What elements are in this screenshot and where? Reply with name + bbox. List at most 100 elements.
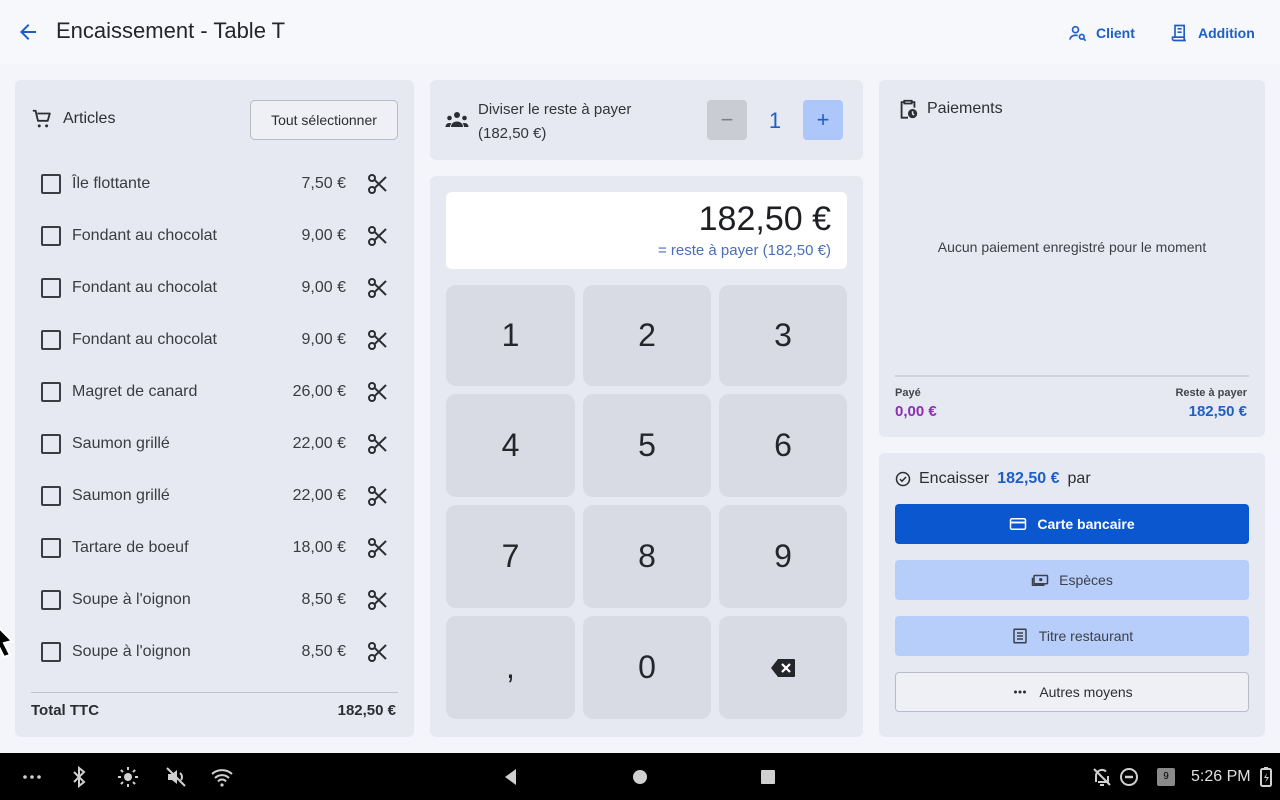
split-label-line1: Diviser le reste à payer [478, 101, 632, 118]
article-checkbox[interactable] [41, 278, 61, 298]
brightness-icon[interactable] [116, 765, 140, 789]
article-row[interactable]: Saumon grillé 22,00 € [31, 470, 398, 522]
split-label-line2: (182,50 €) [478, 125, 547, 142]
credit-card-icon [1010, 518, 1027, 530]
card-payment-button[interactable]: Carte bancaire [895, 504, 1249, 544]
checkout-header: Encaisser 182,50 € par [895, 470, 1091, 488]
client-button[interactable]: Client [1068, 22, 1135, 44]
article-checkbox[interactable] [41, 590, 61, 610]
page-title: Encaissement - Table T [56, 18, 286, 43]
total-value: 182,50 € [337, 702, 396, 719]
cash-icon [1031, 574, 1049, 586]
split-item-scissors-icon[interactable] [366, 224, 390, 248]
articles-header: Articles [31, 108, 115, 130]
more-dots-icon[interactable] [20, 765, 44, 789]
battery-icon [1260, 767, 1272, 787]
keypad-key[interactable]: 8 [583, 505, 711, 608]
remaining-label: Reste à payer [1175, 387, 1247, 399]
split-item-scissors-icon[interactable] [366, 640, 390, 664]
article-checkbox[interactable] [41, 382, 61, 402]
article-name: Tartare de boeuf [72, 539, 189, 556]
article-name: Fondant au chocolat [72, 227, 217, 244]
articles-title: Articles [63, 110, 116, 127]
clock: 5:26 PM [1191, 768, 1251, 785]
article-price: 7,50 € [301, 175, 346, 192]
wifi-icon[interactable] [210, 765, 234, 789]
other-payment-label: Autres moyens [1039, 684, 1133, 700]
keypad-key[interactable]: 2 [583, 285, 711, 386]
article-price: 26,00 € [292, 383, 346, 400]
article-checkbox[interactable] [41, 538, 61, 558]
top-app-bar: Encaissement - Table T Client Addition [0, 0, 1280, 64]
article-row[interactable]: Île flottante 7,50 € [31, 158, 398, 210]
split-item-scissors-icon[interactable] [366, 432, 390, 456]
select-all-button[interactable]: Tout sélectionner [250, 100, 398, 140]
keypad-key[interactable]: 6 [719, 394, 847, 497]
article-checkbox[interactable] [41, 174, 61, 194]
voucher-icon [1013, 628, 1027, 644]
keypad-key[interactable]: 9 [719, 505, 847, 608]
addition-button[interactable]: Addition [1170, 22, 1255, 44]
meal-voucher-button[interactable]: Titre restaurant [895, 616, 1249, 656]
article-name: Magret de canard [72, 383, 198, 400]
checkout-amount: 182,50 € [997, 470, 1060, 487]
divider [31, 692, 398, 693]
keypad-key[interactable]: , [446, 616, 575, 719]
keypad-key[interactable]: 4 [446, 394, 575, 497]
back-arrow-icon[interactable] [16, 20, 40, 44]
total-row: Total TTC 182,50 € [31, 702, 396, 719]
article-checkbox[interactable] [41, 226, 61, 246]
backspace-key[interactable] [719, 616, 847, 719]
article-row[interactable]: Fondant au chocolat 9,00 € [31, 262, 398, 314]
split-item-scissors-icon[interactable] [366, 588, 390, 612]
empty-payments-message: Aucun paiement enregistré pour le moment [937, 239, 1207, 255]
group-icon [445, 112, 469, 127]
keypad-panel: 182,50 € = reste à payer (182,50 €) 123 4… [430, 176, 863, 737]
split-item-scissors-icon[interactable] [366, 484, 390, 508]
article-row[interactable]: Magret de canard 26,00 € [31, 366, 398, 418]
article-row[interactable]: Soupe à l'oignon 8,50 € [31, 574, 398, 626]
more-horizontal-icon [1014, 690, 1027, 694]
bluetooth-icon[interactable] [67, 765, 91, 789]
split-item-scissors-icon[interactable] [366, 328, 390, 352]
amount-value: 182,50 € [698, 200, 831, 238]
checkout-prefix: Encaisser [919, 470, 990, 487]
cash-payment-button[interactable]: Espèces [895, 560, 1249, 600]
article-row[interactable]: Fondant au chocolat 9,00 € [31, 210, 398, 262]
split-item-scissors-icon[interactable] [366, 172, 390, 196]
split-item-scissors-icon[interactable] [366, 536, 390, 560]
volume-off-icon[interactable] [164, 765, 188, 789]
client-label: Client [1096, 25, 1135, 41]
keypad-key[interactable]: 0 [583, 616, 711, 719]
other-payment-button[interactable]: Autres moyens [895, 672, 1249, 712]
keypad-key[interactable]: 7 [446, 505, 575, 608]
article-checkbox[interactable] [41, 642, 61, 662]
article-checkbox[interactable] [41, 434, 61, 454]
split-item-scissors-icon[interactable] [366, 276, 390, 300]
split-count: 1 [768, 108, 782, 133]
article-row[interactable]: Saumon grillé 22,00 € [31, 418, 398, 470]
split-minus-button[interactable]: − [707, 100, 747, 140]
article-name: Fondant au chocolat [72, 331, 217, 348]
keypad-key[interactable]: 5 [583, 394, 711, 497]
keypad-key[interactable]: 3 [719, 285, 847, 386]
split-item-scissors-icon[interactable] [366, 380, 390, 404]
backspace-icon [771, 659, 795, 677]
article-name: Soupe à l'oignon [72, 643, 191, 660]
article-name: Saumon grillé [72, 487, 170, 504]
article-row[interactable]: Fondant au chocolat 9,00 € [31, 314, 398, 366]
article-checkbox[interactable] [41, 486, 61, 506]
system-navigation-bar: 9 5:26 PM [0, 753, 1280, 800]
article-row[interactable]: Soupe à l'oignon 8,50 € [31, 626, 398, 678]
home-nav-icon[interactable] [628, 765, 652, 789]
article-checkbox[interactable] [41, 330, 61, 350]
article-row[interactable]: Tartare de boeuf 18,00 € [31, 522, 398, 574]
cash-payment-label: Espèces [1059, 572, 1113, 588]
recents-nav-icon[interactable] [756, 765, 780, 789]
back-nav-icon[interactable] [499, 765, 523, 789]
article-price: 8,50 € [301, 591, 346, 608]
split-plus-button[interactable]: + [803, 100, 843, 140]
keypad-key[interactable]: 1 [446, 285, 575, 386]
article-price: 9,00 € [301, 227, 346, 244]
clipboard-clock-icon [900, 99, 918, 119]
